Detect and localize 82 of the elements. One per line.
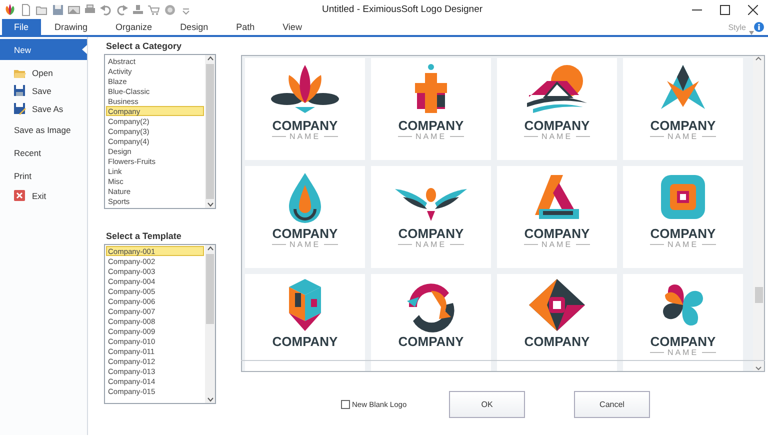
section-heading: Select a Template (106, 231, 182, 241)
logo-name-text: NAME (667, 348, 699, 357)
exit-icon (14, 190, 26, 202)
dialog-button[interactable]: Cancel (574, 390, 650, 418)
stamp-icon[interactable] (132, 4, 144, 16)
save-as-icon (14, 103, 26, 115)
logo-template[interactable]: COMPANY NAME (497, 58, 617, 160)
ribbon-tab[interactable]: Drawing (40, 19, 102, 35)
logo-template[interactable]: COMPANY NAME (497, 166, 617, 268)
menu-item[interactable]: Print (0, 164, 87, 187)
scroll-thumb[interactable] (206, 64, 214, 199)
menu-item[interactable]: Save (0, 82, 87, 100)
scroll-thumb[interactable] (754, 287, 762, 303)
logo-template[interactable]: COMPANY NAME (245, 166, 365, 268)
scroll-down-icon[interactable] (206, 395, 214, 403)
logo-company-text: COMPANY (524, 335, 590, 348)
scroll-thumb[interactable] (206, 254, 214, 324)
logo-name-text: NAME (541, 240, 573, 249)
scrollbar[interactable] (205, 245, 215, 403)
logo-name-text: NAME (541, 132, 573, 141)
scroll-up-icon[interactable] (206, 55, 214, 63)
menu-item[interactable]: Save as Image (0, 118, 87, 141)
logo-company-text: COMPANY (398, 335, 464, 348)
logo-company-text: COMPANY (272, 227, 338, 240)
ribbon-tab[interactable]: Path (222, 19, 269, 35)
logo-company-text: COMPANY (650, 227, 716, 240)
section-heading: Select a Category (106, 41, 183, 51)
logo-name-text: NAME (415, 132, 447, 141)
logo-template[interactable]: COMPANY NAME (623, 274, 743, 371)
logo-template[interactable]: COMPANY NAME (371, 58, 491, 160)
open-folder-icon[interactable] (36, 4, 48, 16)
print-icon[interactable] (84, 4, 96, 16)
scrollbar[interactable] (753, 56, 764, 371)
logo-company-text: COMPANY (524, 119, 590, 132)
dialog-button[interactable]: OK (449, 390, 525, 418)
ribbon-tab[interactable]: View (268, 19, 316, 35)
logo-company-text: COMPANY (524, 227, 590, 240)
save-icon[interactable] (52, 4, 64, 16)
scrollbar[interactable] (205, 55, 215, 208)
logo-template[interactable]: COMPANY NAME (371, 166, 491, 268)
logo-template[interactable]: COMPANY NAME (623, 166, 743, 268)
info-icon[interactable] (754, 22, 764, 32)
image-icon[interactable] (68, 4, 80, 16)
caret-icon (749, 31, 754, 35)
logo-template[interactable]: COMPANY (497, 274, 617, 371)
save-icon (14, 85, 26, 97)
ribbon-tab[interactable]: File (2, 19, 41, 35)
close-icon[interactable] (748, 4, 758, 14)
menu-item[interactable]: Save As (0, 100, 87, 118)
menu-item[interactable]: Open (0, 64, 87, 82)
logo-company-text: COMPANY (272, 119, 338, 132)
scroll-up-icon[interactable] (755, 56, 762, 62)
maximize-icon[interactable] (720, 4, 730, 14)
logo-template[interactable]: COMPANY (371, 274, 491, 371)
logo-company-text: COMPANY (272, 335, 338, 348)
menu-item[interactable]: Exit (0, 187, 87, 205)
logo-company-text: COMPANY (650, 335, 716, 348)
new-file-icon[interactable] (20, 4, 32, 16)
logo-name-text: NAME (667, 240, 699, 249)
app-logo-icon[interactable] (4, 4, 16, 16)
folder-icon (14, 67, 26, 79)
menu-item[interactable]: New (0, 39, 87, 60)
logo-name-text: NAME (289, 240, 321, 249)
cart-icon[interactable] (148, 4, 160, 16)
redo-icon[interactable] (116, 4, 128, 16)
logo-company-text: COMPANY (650, 119, 716, 132)
ribbon-tab[interactable]: Design (166, 19, 222, 35)
logo-template[interactable]: COMPANY (245, 274, 365, 371)
logo-template[interactable]: COMPANY NAME (623, 58, 743, 160)
logo-template[interactable]: COMPANY NAME (245, 58, 365, 160)
menu-item[interactable]: Recent (0, 141, 87, 164)
logo-name-text: NAME (667, 132, 699, 141)
logo-name-text: NAME (415, 240, 447, 249)
ribbon-tab[interactable]: Organize (102, 19, 166, 35)
window-title: Untitled - EximiousSoft Logo Designer (322, 4, 484, 15)
undo-icon[interactable] (100, 4, 112, 16)
scroll-up-icon[interactable] (206, 245, 214, 253)
logo-name-text: NAME (289, 132, 321, 141)
logo-company-text: COMPANY (398, 119, 464, 132)
scroll-down-icon[interactable] (206, 200, 214, 208)
logo-company-text: COMPANY (398, 227, 464, 240)
scroll-down-icon[interactable] (755, 365, 762, 371)
